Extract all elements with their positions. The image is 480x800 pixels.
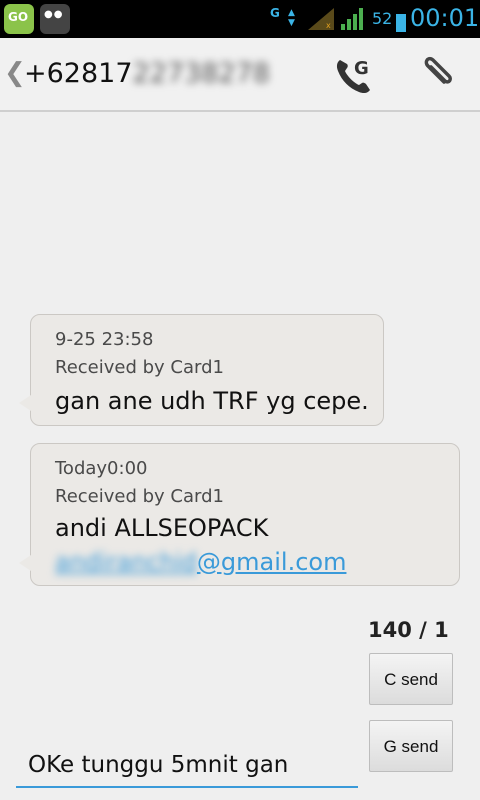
battery-percent: 52 — [372, 9, 393, 28]
email-link[interactable]: andiranchid@gmail.com — [55, 548, 346, 576]
message-received-by: Received by Card1 — [55, 486, 224, 507]
received-message-bubble[interactable]: 9-25 23:58 Received by Card1 gan ane udh… — [19, 314, 384, 426]
message-body: gan ane udh TRF yg cepe. — [55, 387, 369, 415]
go-sms-icon — [4, 4, 34, 34]
g-send-button[interactable]: G send — [369, 720, 453, 772]
call-phone-icon[interactable]: G — [332, 54, 376, 98]
signal-strength-icon — [341, 8, 363, 30]
svg-text:G: G — [354, 58, 369, 79]
message-body: andi ALLSEOPACK — [55, 514, 269, 542]
bbm-icon — [40, 4, 70, 34]
message-input[interactable] — [16, 744, 358, 788]
clock: 00:01 — [410, 4, 480, 32]
signal-roaming-icon: x — [308, 8, 334, 30]
contact-number-prefix: +62817 — [24, 58, 133, 89]
svg-text:x: x — [326, 21, 331, 30]
network-g-icon: G — [270, 6, 280, 20]
back-chevron-icon[interactable]: ❮ — [4, 58, 26, 88]
status-bar: G ▲▼ x 52 00:01 — [0, 0, 480, 38]
email-link-domain: @gmail.com — [196, 548, 347, 576]
compose-area: 140 / 1 C send G send — [0, 596, 480, 800]
message-date: 9-25 23:58 — [55, 329, 154, 350]
character-counter: 140 / 1 — [368, 618, 449, 642]
attach-paperclip-icon[interactable] — [414, 52, 458, 96]
email-link-blurred: andiranchid — [55, 548, 197, 576]
contact-number-blurred: 22738278 — [132, 58, 270, 89]
battery-icon — [396, 12, 406, 32]
message-received-by: Received by Card1 — [55, 357, 224, 378]
message-date: Today0:00 — [55, 458, 148, 479]
c-send-button[interactable]: C send — [369, 653, 453, 705]
received-message-bubble[interactable]: Today0:00 Received by Card1 andi ALLSEOP… — [19, 443, 460, 586]
contact-number[interactable]: +6281722738278 — [24, 58, 270, 89]
conversation-header: ❮ +6281722738278 G — [0, 38, 480, 112]
data-arrows-icon: ▲ ▼ — [288, 8, 295, 28]
